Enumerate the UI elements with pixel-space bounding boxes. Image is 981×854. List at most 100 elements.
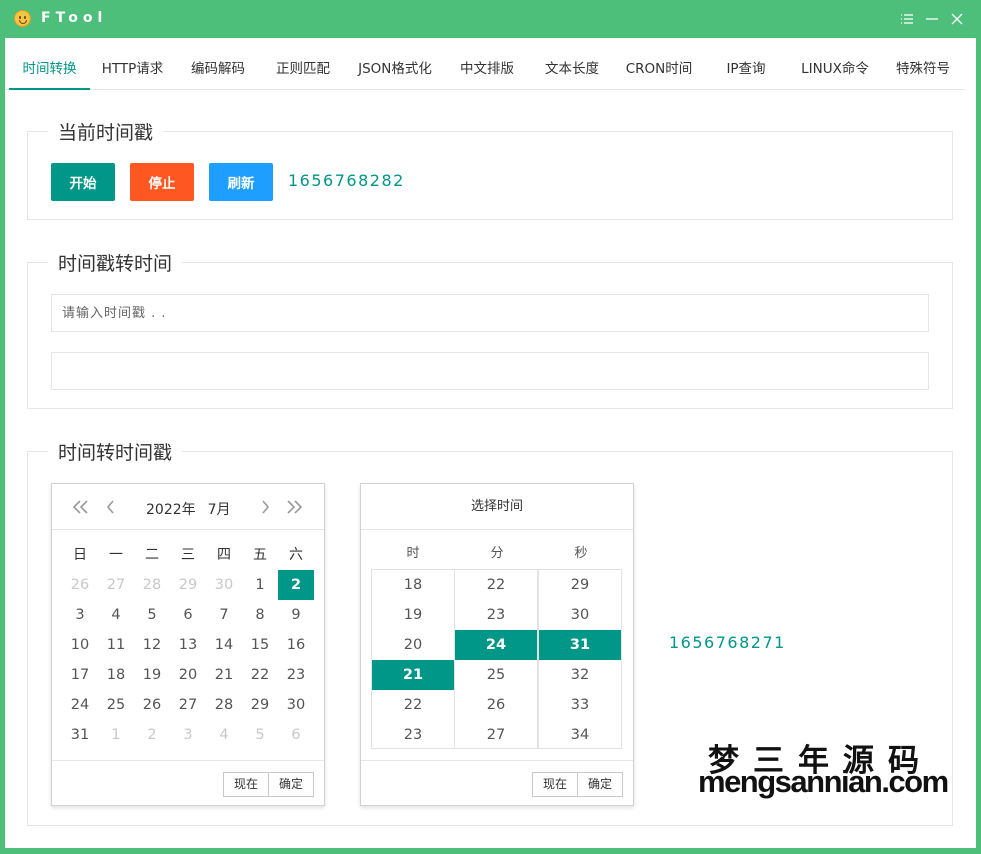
calendar-day[interactable]: 22 (242, 660, 278, 690)
minute-list[interactable]: 22 23 24 25 26 27 (454, 569, 538, 749)
calendar-day[interactable]: 24 (62, 690, 98, 720)
minute-option[interactable]: 26 (455, 690, 537, 720)
calendar-day[interactable]: 16 (278, 630, 314, 660)
tab-chinese-layout[interactable]: 中文排版 (449, 50, 525, 90)
start-button[interactable]: 开始 (51, 163, 115, 201)
minute-option[interactable]: 23 (455, 600, 537, 630)
calendar-day[interactable]: 5 (242, 720, 278, 750)
second-option[interactable]: 33 (539, 690, 621, 720)
prev-year-icon[interactable] (70, 496, 92, 518)
calendar-day[interactable]: 1 (98, 720, 134, 750)
tab-http[interactable]: HTTP请求 (93, 50, 172, 90)
hour-column-header: 时 (406, 546, 420, 561)
calendar-day[interactable]: 28 (206, 690, 242, 720)
time-confirm-button[interactable]: 确定 (577, 772, 623, 797)
hour-option[interactable]: 22 (372, 690, 454, 720)
calendar-day[interactable]: 19 (134, 660, 170, 690)
tab-symbols[interactable]: 特殊符号 (887, 50, 959, 90)
calendar-day[interactable]: 4 (98, 600, 134, 630)
tab-bar: 时间转换 HTTP请求 编码解码 正则匹配 JSON格式化 中文排版 文本长度 … (5, 50, 965, 90)
watermark-url: mengsannian.com (698, 764, 949, 799)
calendar-day[interactable]: 30 (206, 570, 242, 600)
prev-month-icon[interactable] (100, 496, 122, 518)
calendar-day[interactable]: 29 (170, 570, 206, 600)
calendar-day[interactable]: 30 (278, 690, 314, 720)
calendar-day[interactable]: 6 (278, 720, 314, 750)
calendar-day[interactable]: 14 (206, 630, 242, 660)
calendar-day[interactable]: 18 (98, 660, 134, 690)
refresh-button[interactable]: 刷新 (209, 163, 273, 201)
minute-option[interactable]: 22 (455, 570, 537, 600)
calendar-day[interactable]: 9 (278, 600, 314, 630)
second-option[interactable]: 30 (539, 600, 621, 630)
calendar-day[interactable]: 1 (242, 570, 278, 600)
calendar-confirm-button[interactable]: 确定 (268, 772, 314, 797)
calendar-month[interactable]: 7月 (208, 502, 231, 518)
tab-encode[interactable]: 编码解码 (180, 50, 256, 90)
second-list[interactable]: 29 30 31 32 33 34 (538, 569, 622, 749)
tab-linux[interactable]: LINUX命令 (791, 50, 879, 90)
time-output-field[interactable] (51, 352, 929, 390)
calendar-day[interactable]: 10 (62, 630, 98, 660)
calendar-day[interactable]: 17 (62, 660, 98, 690)
calendar-day[interactable]: 26 (62, 570, 98, 600)
time-now-button[interactable]: 现在 (532, 772, 578, 797)
calendar-day[interactable]: 27 (170, 690, 206, 720)
calendar-day[interactable]: 11 (98, 630, 134, 660)
tab-cron[interactable]: CRON时间 (617, 50, 701, 90)
calendar-day[interactable]: 28 (134, 570, 170, 600)
minute-option[interactable]: 27 (455, 720, 537, 750)
calendar-day[interactable]: 2 (278, 570, 314, 600)
smiley-logo-icon (14, 10, 31, 27)
hour-option[interactable]: 23 (372, 720, 454, 750)
second-option[interactable]: 34 (539, 720, 621, 750)
hour-list[interactable]: 18 19 20 21 22 23 (371, 569, 455, 749)
hour-option[interactable]: 18 (372, 570, 454, 600)
minute-option[interactable]: 25 (455, 660, 537, 690)
calendar-day[interactable]: 15 (242, 630, 278, 660)
timestamp-input[interactable] (51, 294, 929, 332)
section-title: 时间戳转时间 (58, 253, 173, 275)
calendar-now-button[interactable]: 现在 (223, 772, 269, 797)
calendar-day[interactable]: 7 (206, 600, 242, 630)
calendar-day[interactable]: 12 (134, 630, 170, 660)
calendar-day[interactable]: 8 (242, 600, 278, 630)
hour-option[interactable]: 20 (372, 630, 454, 660)
tab-regex[interactable]: 正则匹配 (265, 50, 341, 90)
active-tab-indicator (9, 88, 90, 90)
tab-text-length[interactable]: 文本长度 (534, 50, 610, 90)
calendar-day[interactable]: 2 (134, 720, 170, 750)
menu-icon[interactable] (897, 9, 917, 29)
calendar-day[interactable]: 4 (206, 720, 242, 750)
second-option[interactable]: 31 (539, 630, 621, 660)
calendar-day[interactable]: 5 (134, 600, 170, 630)
second-option[interactable]: 32 (539, 660, 621, 690)
tab-json[interactable]: JSON格式化 (349, 50, 441, 90)
next-year-icon[interactable] (283, 496, 305, 518)
calendar-day[interactable]: 3 (170, 720, 206, 750)
calendar-year-month[interactable]: 2022年 7月 (146, 499, 243, 519)
next-month-icon[interactable] (254, 496, 276, 518)
stop-button[interactable]: 停止 (130, 163, 194, 201)
calendar-day[interactable]: 25 (98, 690, 134, 720)
calendar-day[interactable]: 29 (242, 690, 278, 720)
calendar-day[interactable]: 6 (170, 600, 206, 630)
calendar-day[interactable]: 27 (98, 570, 134, 600)
calendar-day[interactable]: 26 (134, 690, 170, 720)
calendar-day[interactable]: 13 (170, 630, 206, 660)
calendar-day[interactable]: 31 (62, 720, 98, 750)
tab-time-convert[interactable]: 时间转换 (9, 50, 90, 90)
close-icon[interactable] (947, 9, 967, 29)
calendar-day[interactable]: 23 (278, 660, 314, 690)
tab-ip[interactable]: IP查询 (709, 50, 783, 90)
hour-option[interactable]: 19 (372, 600, 454, 630)
time-picker: 选择时间 时 分 秒 18 19 20 21 22 23 22 23 24 25 26 27 29 3… (360, 483, 634, 806)
second-option[interactable]: 29 (539, 570, 621, 600)
minute-option[interactable]: 24 (455, 630, 537, 660)
calendar-year[interactable]: 2022年 (146, 502, 196, 518)
calendar-day[interactable]: 20 (170, 660, 206, 690)
minimize-icon[interactable] (922, 9, 942, 29)
calendar-day[interactable]: 3 (62, 600, 98, 630)
hour-option[interactable]: 21 (372, 660, 454, 690)
calendar-day[interactable]: 21 (206, 660, 242, 690)
